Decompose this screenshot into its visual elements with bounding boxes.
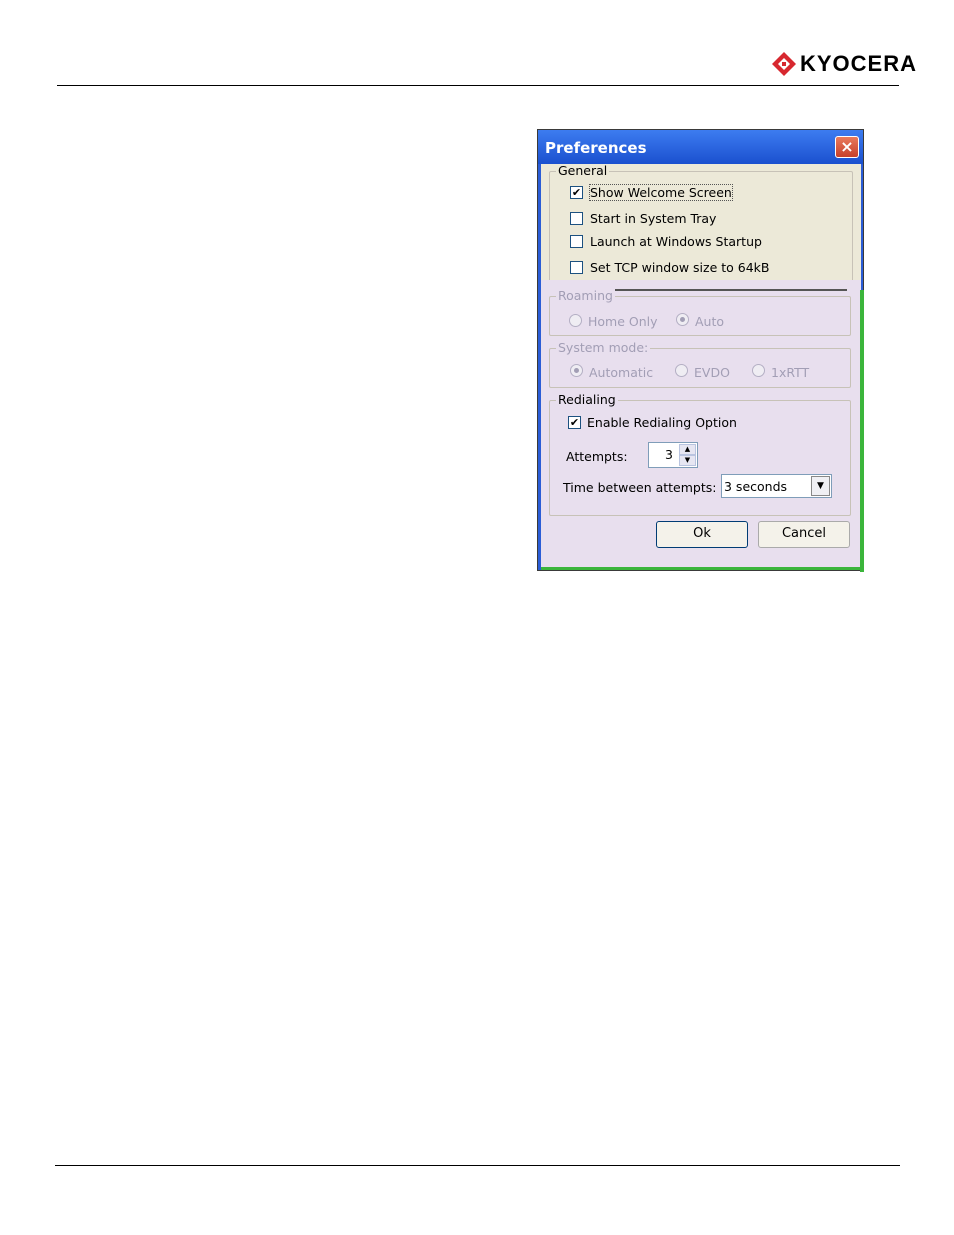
kyocera-logo-mark-icon xyxy=(772,52,796,76)
tcp-window-checkbox[interactable] xyxy=(570,261,583,274)
start-in-tray-label: Start in System Tray xyxy=(590,211,717,226)
show-welcome-checkbox[interactable]: ✔ xyxy=(570,186,583,199)
auto-label: Auto xyxy=(695,314,725,329)
kyocera-logo: KYOCERA xyxy=(772,51,917,77)
window-edge-bottom xyxy=(541,567,862,570)
launch-at-startup-label: Launch at Windows Startup xyxy=(590,234,762,249)
cancel-button[interactable]: Cancel xyxy=(758,521,850,548)
evdo-label: EVDO xyxy=(694,365,730,380)
ok-button[interactable]: Ok xyxy=(656,521,748,548)
enable-redialing-label: Enable Redialing Option xyxy=(587,415,737,430)
brand-name: KYOCERA xyxy=(800,51,918,76)
cancel-button-label: Cancel xyxy=(781,526,827,541)
1xrtt-label: 1xRTT xyxy=(771,365,810,380)
dialog-body: General ✔ Show Welcome Screen Start in S… xyxy=(541,164,861,280)
evdo-radio[interactable] xyxy=(675,364,688,377)
automatic-label: Automatic xyxy=(589,365,654,380)
general-group-label: General xyxy=(556,164,610,178)
spin-up-icon: ▲ xyxy=(684,445,691,453)
preferences-dialog: Preferences × General ✔ Show Welcome Scr… xyxy=(537,129,864,572)
window-edge-right xyxy=(860,290,864,572)
1xrtt-radio[interactable] xyxy=(752,364,765,377)
tcp-window-label: Set TCP window size to 64kB xyxy=(590,260,770,275)
spin-down-icon: ▼ xyxy=(684,456,691,464)
attempts-label: Attempts: xyxy=(566,449,628,464)
time-between-label: Time between attempts: xyxy=(563,480,717,495)
separator-line xyxy=(611,289,847,291)
time-between-value: 3 seconds xyxy=(724,479,788,494)
spin-up-button[interactable]: ▲ xyxy=(679,444,696,455)
attempts-spinner[interactable]: 3 ▲ ▼ xyxy=(648,442,698,468)
automatic-radio[interactable] xyxy=(570,364,583,377)
chevron-down-icon: ▼ xyxy=(817,481,824,491)
home-only-radio[interactable] xyxy=(569,314,582,327)
redialing-group-label: Redialing xyxy=(556,392,618,407)
footer-rule xyxy=(55,1165,900,1166)
title-bar[interactable]: Preferences × xyxy=(538,130,863,164)
dropdown-button[interactable]: ▼ xyxy=(811,476,830,496)
close-button[interactable]: × xyxy=(835,136,859,158)
auto-radio[interactable] xyxy=(676,313,689,326)
attempts-value[interactable]: 3 xyxy=(665,447,673,462)
launch-at-startup-checkbox[interactable] xyxy=(570,235,583,248)
start-in-tray-checkbox[interactable] xyxy=(570,212,583,225)
enable-redialing-checkbox[interactable]: ✔ xyxy=(568,416,581,429)
close-icon: × xyxy=(840,137,854,156)
show-welcome-label: Show Welcome Screen xyxy=(589,184,733,201)
ok-button-label: Ok xyxy=(693,526,711,541)
spin-down-button[interactable]: ▼ xyxy=(679,455,696,466)
time-between-select[interactable]: 3 seconds ▼ xyxy=(721,474,832,498)
roaming-group-label: Roaming xyxy=(556,288,615,303)
header-rule xyxy=(57,85,899,86)
system-mode-group-label: System mode: xyxy=(556,340,651,355)
dialog-body-lower: Roaming Home Only Auto System mode: Auto… xyxy=(541,280,861,569)
home-only-label: Home Only xyxy=(588,314,658,329)
dialog-title: Preferences xyxy=(545,139,647,157)
